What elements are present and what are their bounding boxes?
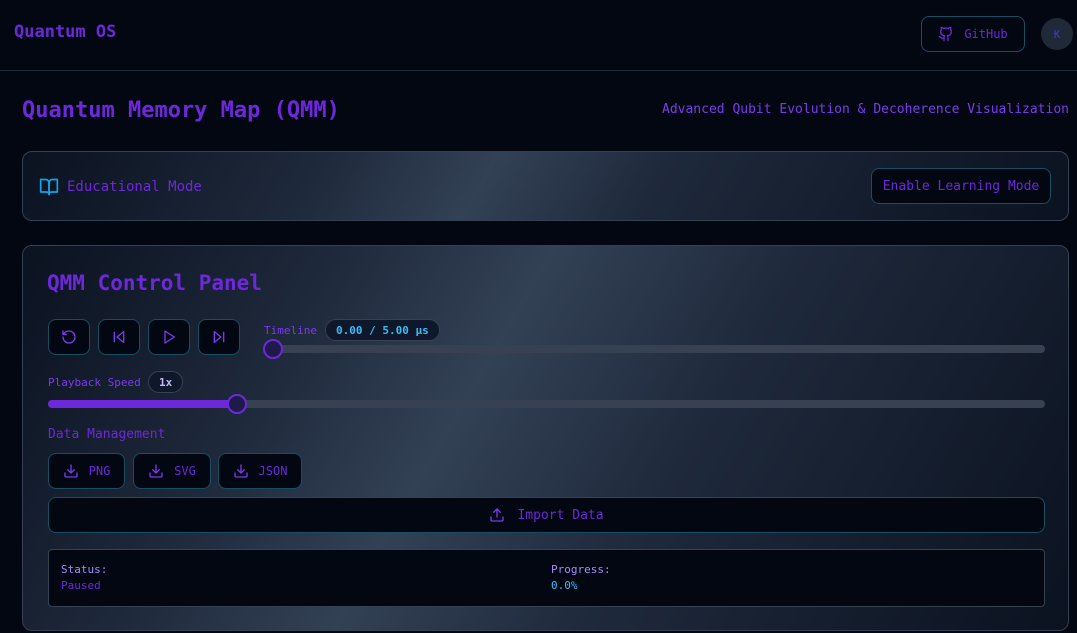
playback-speed-label: Playback Speed — [48, 376, 141, 389]
reset-button[interactable] — [48, 319, 90, 355]
export-svg-button[interactable]: SVG — [133, 453, 211, 489]
export-png-label: PNG — [88, 464, 111, 478]
import-data-label: Import Data — [517, 507, 604, 523]
book-open-icon — [39, 178, 59, 196]
page-title: Quantum Memory Map (QMM) — [22, 98, 340, 123]
page-subtitle: Advanced Qubit Evolution & Decoherence V… — [662, 102, 1069, 117]
download-icon — [233, 464, 248, 478]
download-icon — [63, 464, 78, 478]
skip-back-icon — [113, 331, 125, 343]
progress-label: Progress: — [551, 563, 611, 576]
rotate-ccw-icon — [62, 330, 76, 344]
user-avatar[interactable]: K — [1041, 18, 1073, 50]
enable-learning-mode-button[interactable]: Enable Learning Mode — [871, 168, 1051, 204]
control-panel-title: QMM Control Panel — [47, 271, 262, 295]
step-back-button[interactable] — [98, 319, 140, 355]
import-data-button[interactable]: Import Data — [48, 497, 1045, 533]
control-panel: QMM Control Panel Timeline 0.00 / 5.00 μ… — [22, 245, 1069, 631]
timeline-value-badge: 0.00 / 5.00 μs — [325, 319, 440, 341]
top-nav: Quantum OS GitHub K — [0, 0, 1077, 71]
github-icon — [938, 26, 953, 42]
timeline-slider-thumb[interactable] — [263, 339, 283, 359]
export-png-button[interactable]: PNG — [48, 453, 125, 489]
educational-mode-header: Educational Mode — [39, 177, 202, 197]
playback-speed-slider-fill — [48, 400, 238, 408]
brand-title[interactable]: Quantum OS — [14, 22, 116, 42]
export-json-label: JSON — [258, 464, 288, 478]
progress-value: 0.0% — [551, 579, 578, 592]
data-management-label: Data Management — [48, 427, 166, 442]
educational-mode-panel: Educational Mode Enable Learning Mode — [22, 151, 1069, 221]
export-json-button[interactable]: JSON — [218, 453, 302, 489]
timeline-slider[interactable] — [263, 339, 1045, 359]
skip-forward-icon — [213, 331, 225, 343]
timeline-label: Timeline — [264, 324, 317, 337]
step-forward-button[interactable] — [198, 319, 240, 355]
github-button[interactable]: GitHub — [921, 16, 1025, 52]
educational-mode-label: Educational Mode — [67, 179, 202, 195]
play-button[interactable] — [148, 319, 190, 355]
play-icon — [164, 330, 175, 344]
status-value: Paused — [61, 579, 101, 592]
status-label: Status: — [61, 563, 108, 576]
upload-icon — [490, 508, 505, 522]
export-svg-label: SVG — [174, 464, 196, 478]
playback-speed-slider-thumb[interactable] — [227, 394, 248, 414]
download-icon — [149, 464, 163, 478]
status-box: Status: Paused Progress: 0.0% — [48, 549, 1045, 607]
playback-speed-badge: 1x — [148, 371, 184, 393]
playback-speed-slider[interactable] — [48, 394, 1045, 414]
github-label: GitHub — [964, 27, 1008, 41]
